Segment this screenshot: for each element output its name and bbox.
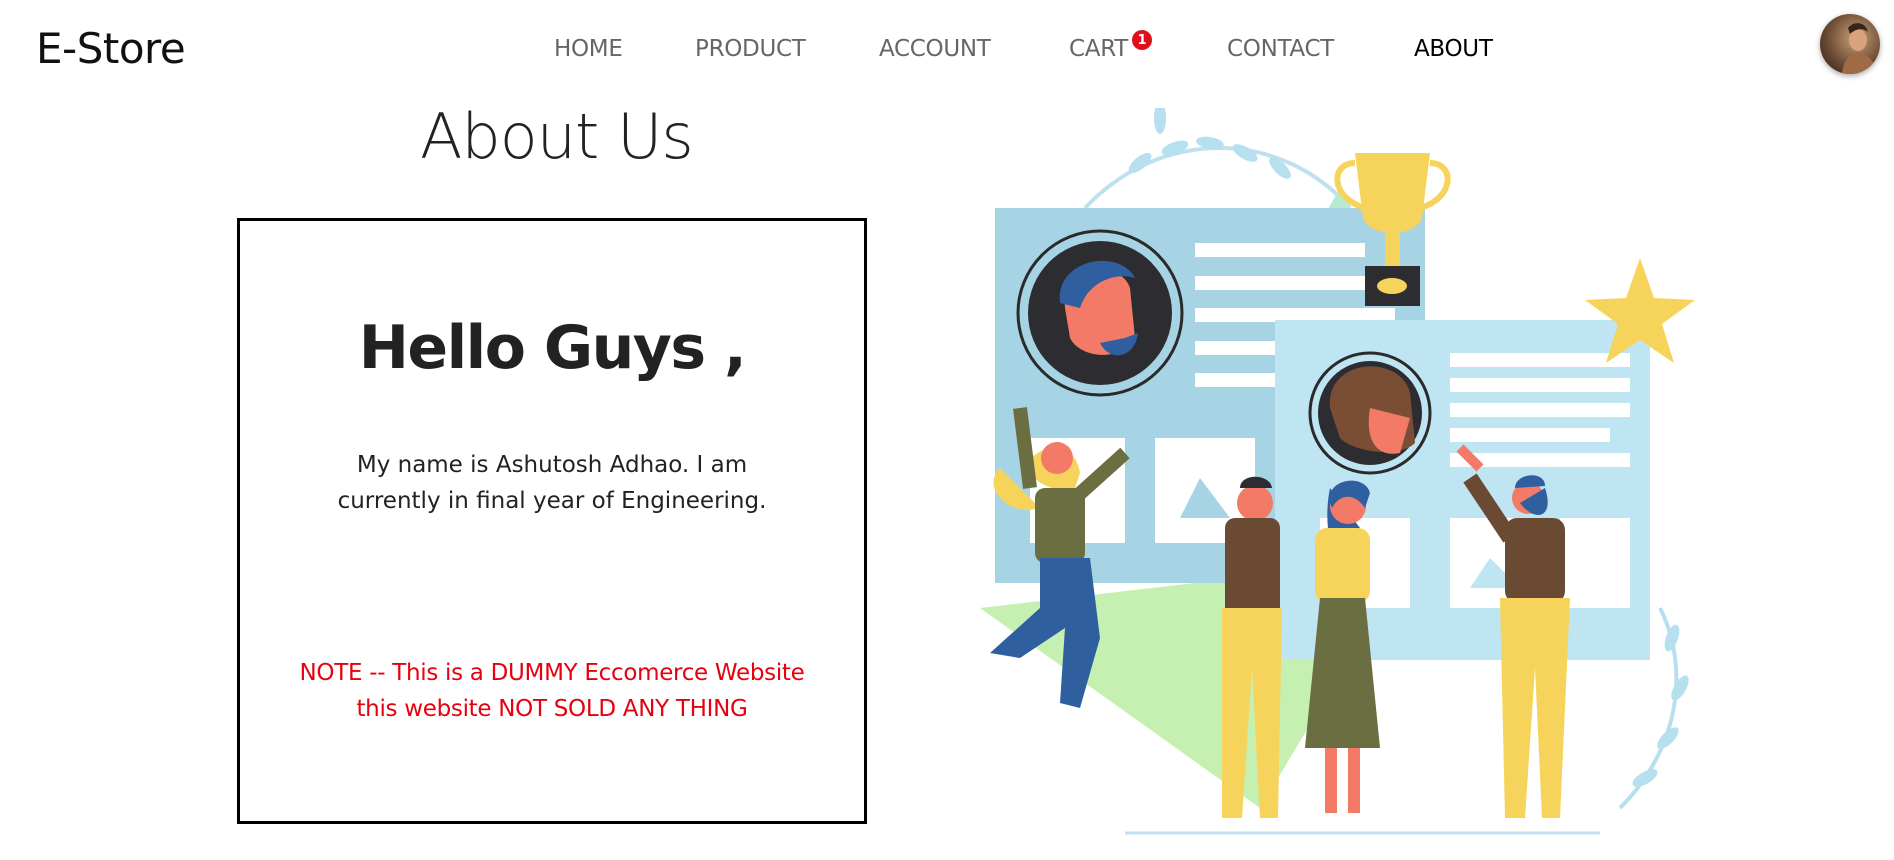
nav-about[interactable]: ABOUT [1414,36,1493,62]
nav-home[interactable]: HOME [554,36,623,62]
cart-count-badge: 1 [1131,30,1152,50]
user-avatar[interactable] [1820,14,1880,74]
nav-account[interactable]: ACCOUNT [879,36,991,62]
site-logo[interactable]: E-Store [36,24,186,73]
page-title: About Us [420,100,694,173]
nav-cart-label: CART [1069,36,1128,62]
avatar-icon [1820,14,1880,74]
nav-cart[interactable]: CART 1 [1069,30,1152,62]
disclaimer-note: NOTE -- This is a DUMMY Eccomerce Websit… [299,660,805,722]
card-heading: Hello Guys , [358,313,747,383]
about-card: Hello Guys , My name is Ashutosh Adhao. … [237,218,867,824]
team-celebration-illustration [960,102,1700,838]
about-description: My name is Ashutosh Adhao. I am currentl… [337,452,767,514]
nav-product[interactable]: PRODUCT [695,36,806,62]
nav-contact[interactable]: CONTACT [1227,36,1334,62]
